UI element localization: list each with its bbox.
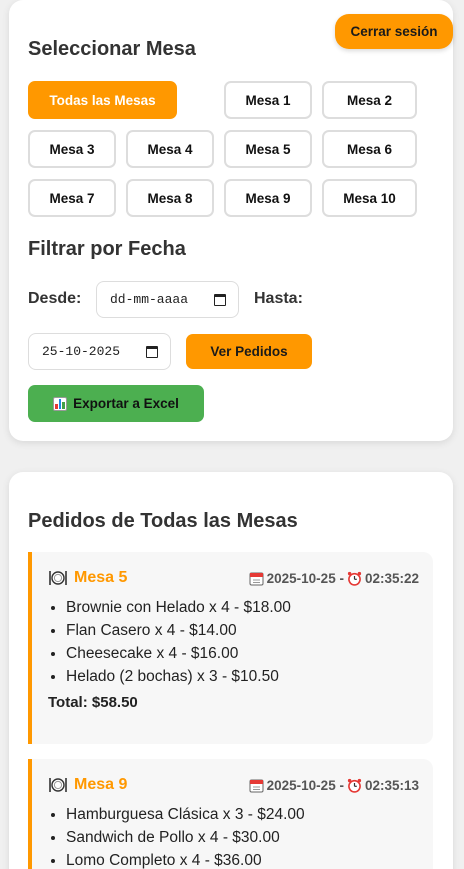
- table-button-5[interactable]: Mesa 5: [224, 130, 312, 168]
- order-time: 02:35:13: [364, 777, 419, 793]
- from-date-label: Desde:: [28, 290, 82, 307]
- order-card: Mesa 5 2025-10-25 - 02:35:22 Brownie con…: [28, 552, 433, 744]
- alarm-clock-icon: [347, 571, 362, 586]
- order-header: Mesa 5 2025-10-25 - 02:35:22: [48, 569, 419, 587]
- order-items-list: Brownie con Helado x 4 - $18.00 Flan Cas…: [66, 596, 291, 688]
- order-header: Mesa 9 2025-10-25 - 02:35:13: [48, 776, 419, 794]
- order-card: Mesa 9 2025-10-25 - 02:35:13 Hamburguesa…: [28, 759, 433, 869]
- table-button-all[interactable]: Todas las Mesas: [28, 81, 177, 119]
- calendar-icon: [249, 779, 264, 792]
- table-button-4[interactable]: Mesa 4: [126, 130, 214, 168]
- order-item: Sandwich de Pollo x 4 - $30.00: [66, 826, 305, 849]
- table-button-3[interactable]: Mesa 3: [28, 130, 116, 168]
- order-table-name: Mesa 5: [48, 569, 127, 587]
- table-button-9[interactable]: Mesa 9: [224, 179, 312, 217]
- order-item: Hamburguesa Clásica x 3 - $24.00: [66, 803, 305, 826]
- order-items-list: Hamburguesa Clásica x 3 - $24.00 Sandwic…: [66, 803, 305, 869]
- to-date-label: Hasta:: [254, 290, 303, 307]
- export-excel-label: Exportar a Excel: [73, 396, 179, 411]
- order-time: 02:35:22: [364, 570, 419, 586]
- bar-chart-icon: [53, 396, 68, 411]
- orders-title: Pedidos de Todas las Mesas: [28, 510, 298, 532]
- plate-cutlery-icon: [49, 778, 67, 792]
- table-button-1[interactable]: Mesa 1: [224, 81, 312, 119]
- order-date: 2025-10-25 -: [266, 570, 344, 586]
- logout-button[interactable]: Cerrar sesión: [335, 14, 453, 49]
- order-total: Total: $58.50: [48, 694, 138, 711]
- table-button-7[interactable]: Mesa 7: [28, 179, 116, 217]
- to-date-value: 25-10-2025: [42, 344, 121, 359]
- order-item: Cheesecake x 4 - $16.00: [66, 642, 291, 665]
- calendar-icon: [249, 572, 264, 585]
- from-date-input[interactable]: dd-mm-aaaa: [96, 281, 239, 318]
- order-datetime: 2025-10-25 - 02:35:13: [249, 778, 419, 793]
- to-date-input[interactable]: 25-10-2025: [28, 333, 171, 370]
- from-date-value: dd-mm-aaaa: [110, 292, 189, 307]
- order-table-label: Mesa 9: [74, 776, 128, 793]
- order-date: 2025-10-25 -: [266, 777, 344, 793]
- calendar-icon[interactable]: [214, 293, 226, 306]
- table-button-10[interactable]: Mesa 10: [322, 179, 417, 217]
- order-item: Flan Casero x 4 - $14.00: [66, 619, 291, 642]
- plate-cutlery-icon: [49, 571, 67, 585]
- table-button-6[interactable]: Mesa 6: [322, 130, 417, 168]
- order-item: Helado (2 bochas) x 3 - $10.50: [66, 665, 291, 688]
- order-table-label: Mesa 5: [74, 569, 128, 586]
- order-item: Lomo Completo x 4 - $36.00: [66, 849, 305, 869]
- table-button-8[interactable]: Mesa 8: [126, 179, 214, 217]
- view-orders-button[interactable]: Ver Pedidos: [186, 334, 312, 369]
- export-excel-button[interactable]: Exportar a Excel: [28, 385, 204, 422]
- calendar-icon[interactable]: [146, 345, 158, 358]
- order-datetime: 2025-10-25 - 02:35:22: [249, 571, 419, 586]
- select-table-title: Seleccionar Mesa: [28, 38, 196, 60]
- date-filter-title: Filtrar por Fecha: [28, 238, 186, 260]
- order-table-name: Mesa 9: [48, 776, 127, 794]
- table-button-2[interactable]: Mesa 2: [322, 81, 417, 119]
- alarm-clock-icon: [347, 778, 362, 793]
- order-item: Brownie con Helado x 4 - $18.00: [66, 596, 291, 619]
- table-selector-card: [9, 0, 453, 441]
- table-buttons-grid: Todas las Mesas Mesa 1 Mesa 2 Mesa 3 Mes…: [28, 81, 417, 217]
